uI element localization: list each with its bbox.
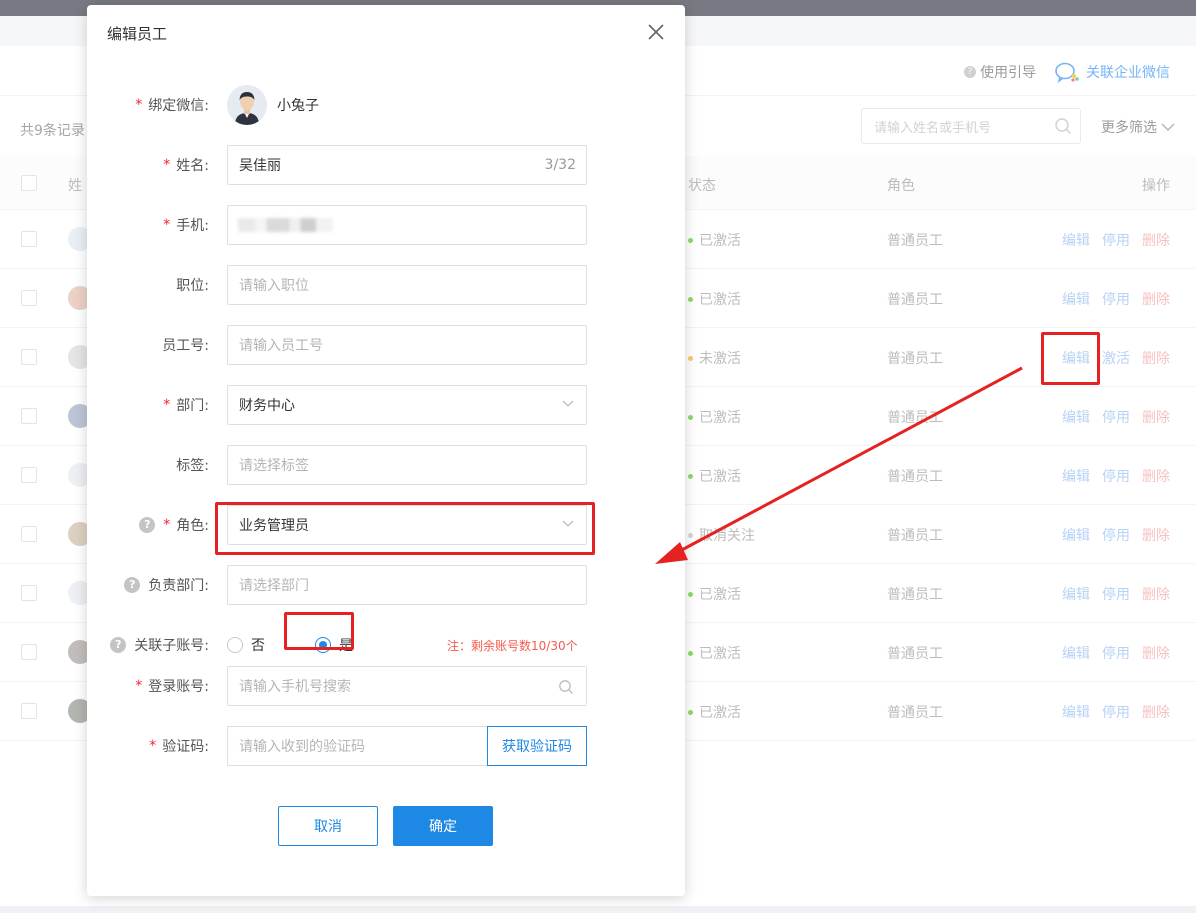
- help-icon[interactable]: ?: [110, 637, 127, 653]
- verify-code-row: * 验证码: 请输入收到的验证码 获取验证码: [87, 726, 685, 766]
- wechat-row: * 绑定微信: 小兔子: [87, 85, 685, 125]
- edit-employee-dialog: 编辑员工 * 绑定微信: 小兔子 * 姓名: 吴佳丽 3/32 * 手机: 职位…: [87, 5, 685, 896]
- tags-select[interactable]: 请选择标签: [227, 445, 587, 485]
- managed-dept-row: ? 负责部门: 请选择部门: [87, 565, 685, 605]
- name-label: * 姓名:: [163, 157, 209, 174]
- role-row: ? * 角色: 业务管理员: [87, 505, 685, 545]
- position-placeholder: 请输入职位: [239, 278, 309, 294]
- department-value: 财务中心: [239, 398, 295, 414]
- employee-no-label: 员工号:: [162, 338, 209, 354]
- name-value: 吴佳丽: [239, 158, 281, 174]
- managed-dept-placeholder: 请选择部门: [239, 578, 309, 594]
- position-label: 职位:: [176, 278, 209, 294]
- role-value: 业务管理员: [239, 518, 309, 534]
- employee-no-row: 员工号: 请输入员工号: [87, 325, 685, 365]
- close-icon[interactable]: [647, 23, 665, 41]
- role-select[interactable]: 业务管理员: [227, 505, 587, 545]
- name-row: * 姓名: 吴佳丽 3/32: [87, 145, 685, 185]
- help-icon[interactable]: ?: [124, 577, 141, 593]
- phone-row: * 手机:: [87, 205, 685, 245]
- sub-account-row: ? 关联子账号: 否 是 注：剩余账号数10/30个: [87, 625, 685, 665]
- remaining-accounts-note: 注：剩余账号数10/30个: [447, 639, 578, 653]
- dialog-title: 编辑员工: [107, 25, 168, 43]
- login-account-row: * 登录账号: 请输入手机号搜索: [87, 666, 685, 706]
- employee-no-placeholder: 请输入员工号: [239, 338, 323, 354]
- name-char-counter: 3/32: [544, 157, 576, 173]
- department-select[interactable]: 财务中心: [227, 385, 587, 425]
- sub-account-label: ? 关联子账号:: [110, 635, 209, 655]
- login-account-input[interactable]: 请输入手机号搜索: [227, 666, 587, 706]
- login-account-placeholder: 请输入手机号搜索: [239, 679, 351, 695]
- wechat-label: * 绑定微信:: [135, 97, 209, 114]
- chevron-down-icon: [562, 400, 574, 407]
- position-row: 职位: 请输入职位: [87, 265, 685, 305]
- verify-code-placeholder: 请输入收到的验证码: [239, 739, 365, 755]
- help-icon[interactable]: ?: [139, 517, 156, 533]
- department-label: * 部门:: [163, 397, 209, 414]
- avatar: [227, 85, 267, 125]
- search-icon[interactable]: [558, 679, 574, 695]
- role-label: ? * 角色:: [139, 515, 209, 535]
- phone-value-redacted: [238, 218, 333, 232]
- sub-account-no-label[interactable]: 否: [251, 635, 265, 655]
- name-input[interactable]: 吴佳丽 3/32: [227, 145, 587, 185]
- sub-account-no-radio[interactable]: [227, 637, 243, 653]
- chevron-down-icon: [562, 520, 574, 527]
- sub-account-radio-group: 否 是: [227, 635, 353, 655]
- confirm-button[interactable]: 确定: [393, 806, 493, 846]
- get-verify-code-button[interactable]: 获取验证码: [487, 726, 587, 766]
- tags-label: 标签:: [176, 458, 209, 474]
- wechat-user: 小兔子: [227, 85, 319, 125]
- phone-input[interactable]: [227, 205, 587, 245]
- employee-no-input[interactable]: 请输入员工号: [227, 325, 587, 365]
- managed-dept-select[interactable]: 请选择部门: [227, 565, 587, 605]
- wechat-nickname: 小兔子: [277, 98, 319, 114]
- login-account-label: * 登录账号:: [135, 678, 209, 695]
- department-row: * 部门: 财务中心: [87, 385, 685, 425]
- phone-label: * 手机:: [163, 217, 209, 234]
- tags-row: 标签: 请选择标签: [87, 445, 685, 485]
- position-input[interactable]: 请输入职位: [227, 265, 587, 305]
- verify-code-input[interactable]: 请输入收到的验证码: [227, 726, 488, 766]
- sub-account-yes-radio[interactable]: [315, 637, 331, 653]
- verify-code-label: * 验证码:: [149, 738, 209, 755]
- managed-dept-label: ? 负责部门:: [124, 575, 209, 595]
- tags-placeholder: 请选择标签: [239, 458, 309, 474]
- cancel-button[interactable]: 取消: [278, 806, 378, 846]
- sub-account-yes-label[interactable]: 是: [339, 635, 353, 655]
